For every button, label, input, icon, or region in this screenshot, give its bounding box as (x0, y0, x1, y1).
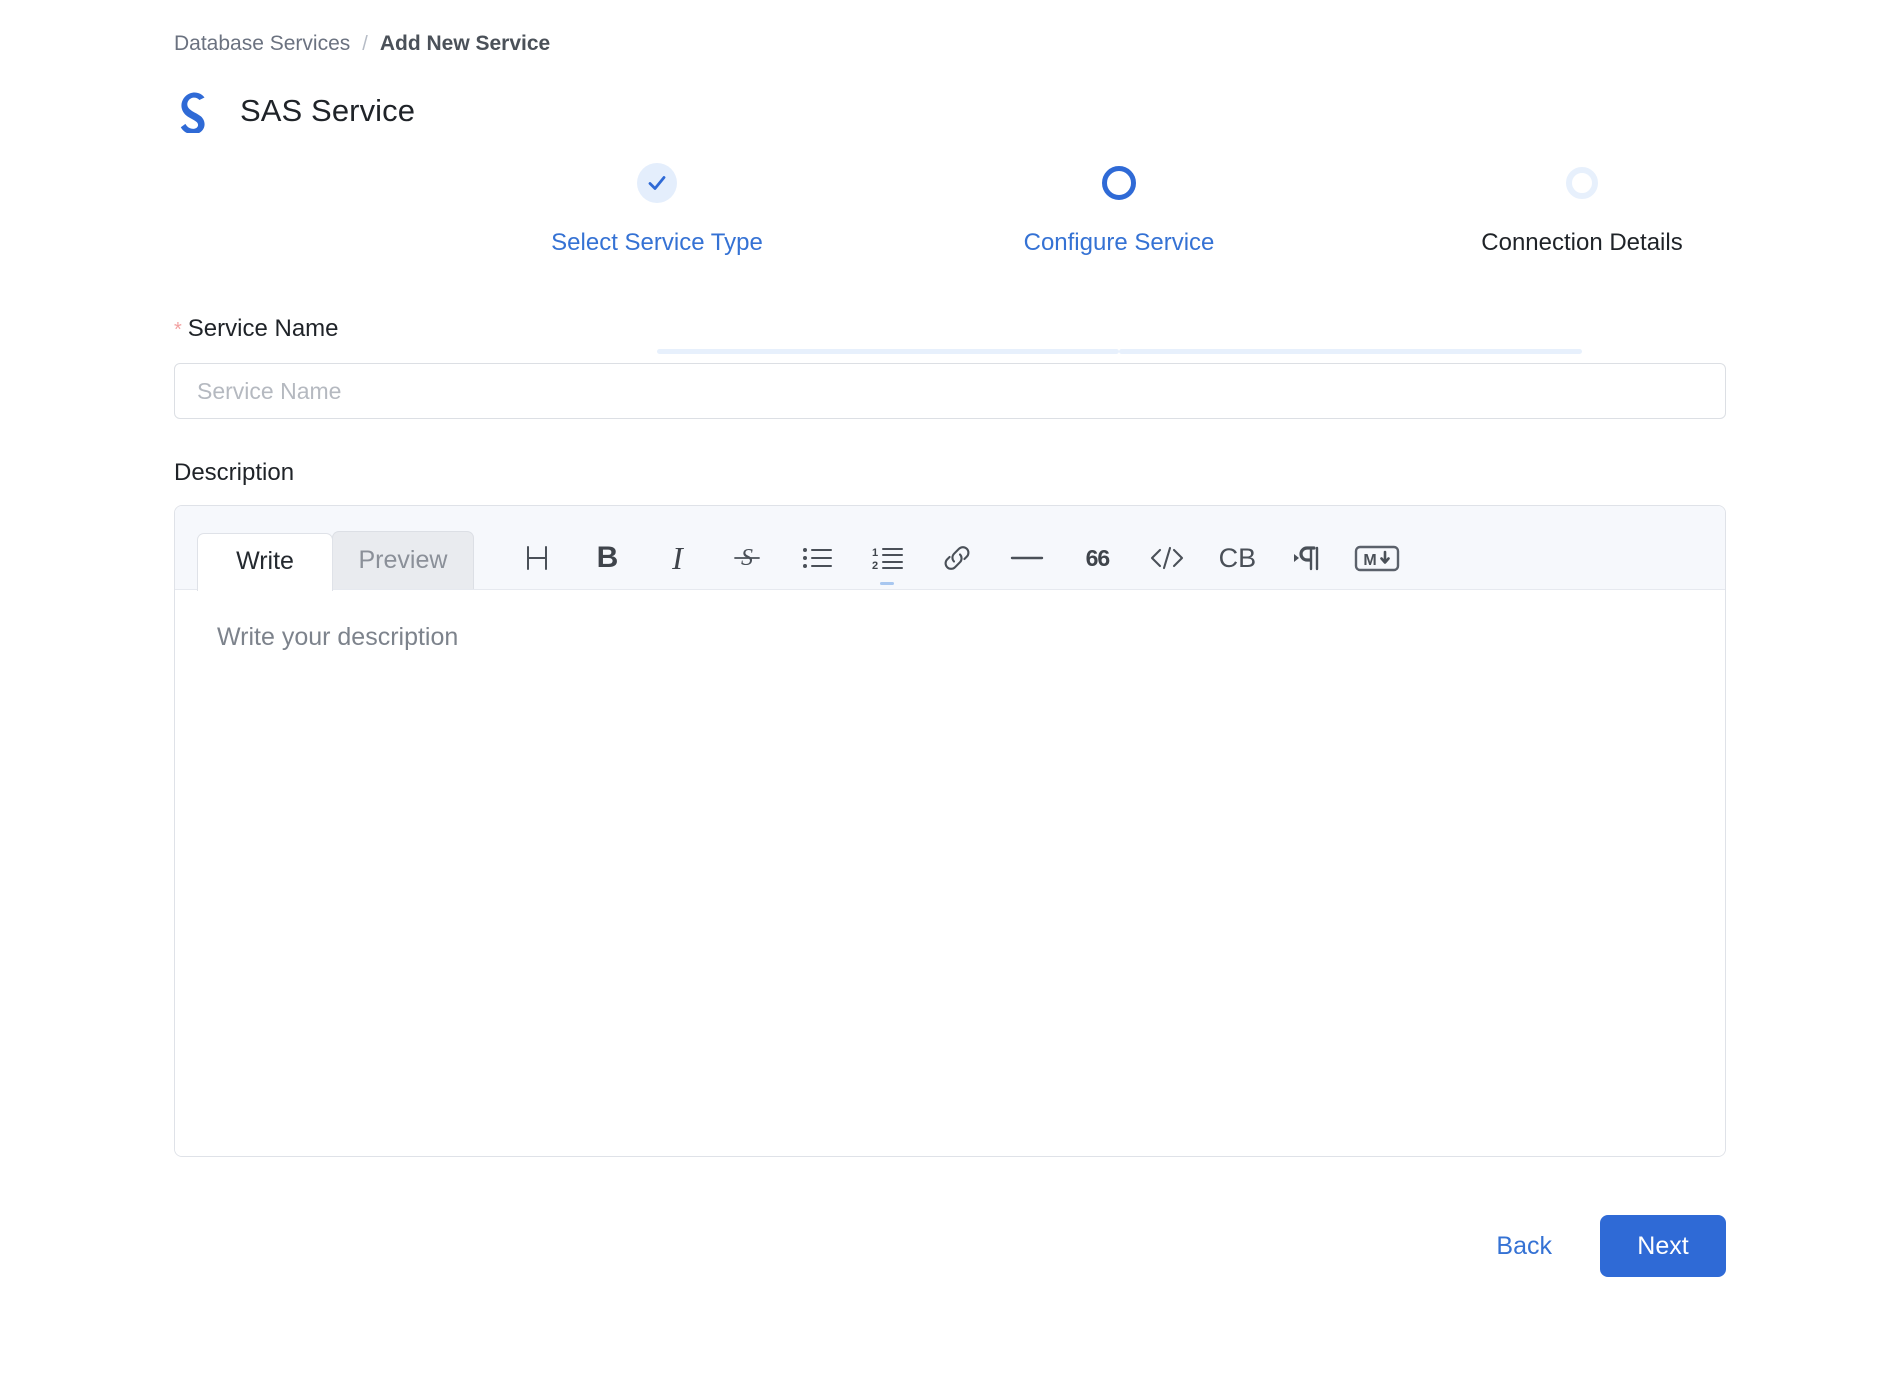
editor-tabs: Write Preview (197, 506, 474, 589)
service-name-label-text: Service Name (188, 315, 339, 343)
description-label-text: Description (174, 459, 294, 487)
breadcrumb: Database Services / Add New Service (174, 0, 1726, 54)
circle-icon-active (1102, 166, 1136, 200)
bold-icon[interactable]: B (572, 529, 642, 587)
stepper-step-configure-service[interactable]: Configure Service (949, 161, 1289, 258)
description-editor-body[interactable]: Write your description (175, 590, 1725, 1156)
service-name-label: * Service Name (174, 315, 1726, 343)
bold-glyph: B (597, 543, 619, 573)
stepper-step-connection-details[interactable]: Connection Details (1412, 161, 1752, 258)
svg-text:1: 1 (872, 547, 878, 559)
tab-write[interactable]: Write (197, 533, 333, 591)
heading-icon[interactable] (502, 529, 572, 587)
service-name-input[interactable] (174, 363, 1726, 419)
italic-icon[interactable]: I (642, 529, 712, 587)
description-placeholder: Write your description (217, 620, 1683, 655)
stepper-label-1: Select Service Type (487, 229, 827, 258)
breadcrumb-separator: / (362, 34, 368, 54)
editor-tool-buttons: B I S (502, 531, 1412, 589)
stepper-label-3: Connection Details (1412, 229, 1752, 258)
code-block-glyph: CB (1219, 545, 1257, 572)
horizontal-rule-icon[interactable] (992, 529, 1062, 587)
quote-icon[interactable]: 66 (1062, 529, 1132, 587)
svg-text:2: 2 (872, 560, 878, 571)
service-form: * Service Name Description Write Preview (174, 315, 1726, 1277)
italic-glyph: I (672, 542, 683, 574)
description-label: Description (174, 459, 1726, 487)
breadcrumb-parent-link[interactable]: Database Services (174, 33, 350, 54)
tab-preview[interactable]: Preview (332, 531, 475, 589)
pilcrow-icon[interactable] (1272, 529, 1342, 587)
stepper-connector-2 (1119, 349, 1582, 354)
sas-logo-icon (174, 89, 214, 133)
strikethrough-icon[interactable]: S (712, 529, 782, 587)
editor-toolbar: Write Preview B I (175, 506, 1725, 590)
required-asterisk: * (174, 320, 182, 340)
ordered-list-icon[interactable]: 1 2 (852, 529, 922, 587)
progress-stepper: Select Service Type Configure Service Co… (174, 161, 1726, 279)
ordered-list-active-mark (880, 582, 894, 585)
quote-glyph: 66 (1086, 547, 1110, 570)
add-service-page: Database Services / Add New Service SAS … (0, 0, 1900, 1388)
check-icon (637, 163, 677, 203)
stepper-connector-1 (657, 349, 1119, 354)
markdown-icon[interactable]: M (1342, 529, 1412, 587)
description-markdown-editor: Write Preview B I (174, 505, 1726, 1157)
stepper-label-2: Configure Service (949, 229, 1289, 258)
inline-code-icon[interactable] (1132, 529, 1202, 587)
back-button[interactable]: Back (1492, 1224, 1556, 1269)
form-footer: Back Next (174, 1215, 1726, 1277)
page-title: SAS Service (240, 93, 415, 129)
link-icon[interactable] (922, 529, 992, 587)
stepper-step-select-service-type[interactable]: Select Service Type (487, 161, 827, 258)
breadcrumb-current: Add New Service (380, 33, 550, 54)
page-header: SAS Service (174, 87, 1726, 135)
next-button[interactable]: Next (1600, 1215, 1726, 1277)
code-block-icon[interactable]: CB (1202, 529, 1272, 587)
circle-icon-todo (1566, 167, 1598, 199)
svg-text:M: M (1364, 552, 1377, 569)
bullet-list-icon[interactable] (782, 529, 852, 587)
